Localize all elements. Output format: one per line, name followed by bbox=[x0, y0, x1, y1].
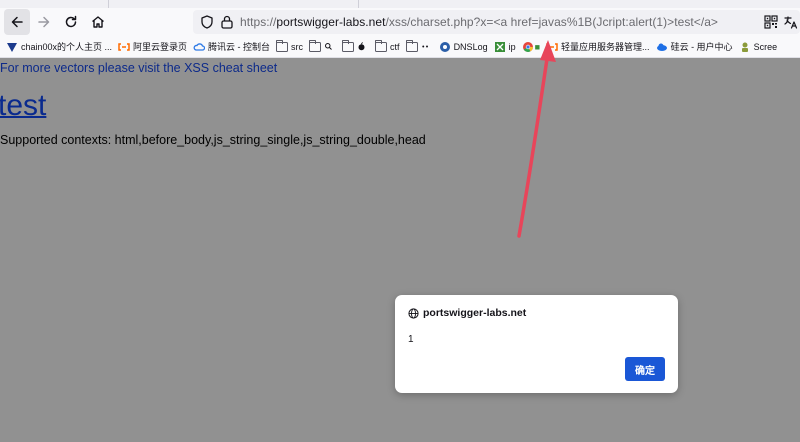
supported-contexts-text: Supported contexts: html,before_body,js_… bbox=[0, 133, 426, 147]
bookmark-screen[interactable]: Scree bbox=[739, 38, 778, 56]
bookmark-folder-search[interactable] bbox=[309, 38, 336, 56]
dialog-title: portswigger-labs.net bbox=[408, 307, 526, 319]
chrome-icon bbox=[522, 41, 533, 52]
folder-icon bbox=[342, 39, 355, 52]
url-path: /xss/charset.php?x=<a href=javas%1B(Jcri… bbox=[385, 15, 718, 29]
back-arrow-icon bbox=[11, 16, 23, 28]
search-icon bbox=[325, 43, 332, 50]
xss-cheat-sheet-link[interactable]: For more vectors please visit the XSS ch… bbox=[0, 61, 277, 75]
url-host: portswigger-labs.net bbox=[276, 15, 386, 29]
bookmark-folder-src[interactable]: src bbox=[276, 38, 303, 56]
lock-icon[interactable] bbox=[220, 14, 234, 30]
bookmark-label: 阿里云登录页 bbox=[133, 42, 188, 52]
bookmark-lightweight-server[interactable]: 轻量应用服务器管理... bbox=[546, 38, 650, 56]
ok-button[interactable]: 确定 bbox=[625, 357, 665, 381]
home-button[interactable] bbox=[85, 9, 111, 35]
bookmark-label: Scree bbox=[753, 41, 778, 52]
bookmark-label: ip bbox=[508, 41, 516, 52]
folder-icon bbox=[276, 39, 289, 52]
aliyun-icon bbox=[546, 42, 558, 51]
reload-icon bbox=[65, 15, 77, 28]
qr-code-icon[interactable] bbox=[764, 15, 778, 29]
bookmark-tencent-cloud[interactable]: 腾讯云 - 控制台 bbox=[193, 38, 270, 56]
translate-icon[interactable] bbox=[783, 14, 799, 30]
url-bar[interactable]: https://portswigger-labs.net/xss/charset… bbox=[193, 10, 800, 34]
screen-icon bbox=[741, 42, 748, 52]
bookmark-aliyun[interactable]: 阿里云登录页 bbox=[118, 38, 187, 56]
cloud-icon bbox=[656, 43, 667, 51]
bookmark-label: chain00x的个人主页 ... bbox=[21, 42, 113, 52]
bookmark-chrome[interactable]: ■ bbox=[522, 38, 540, 56]
dialog-origin: portswigger-labs.net bbox=[423, 307, 527, 319]
dialog-message: 1 bbox=[408, 334, 414, 345]
bookmark-folder-dots[interactable] bbox=[405, 38, 433, 56]
bookmark-label: 腾讯云 - 控制台 bbox=[208, 42, 271, 52]
back-button[interactable] bbox=[4, 9, 30, 35]
bookmark-label: 轻量应用服务器管理... bbox=[561, 42, 650, 52]
bookmark-folder-ctf[interactable]: ctf bbox=[375, 38, 400, 56]
forward-button[interactable] bbox=[31, 9, 57, 35]
dots-icon bbox=[421, 45, 428, 48]
aliyun-icon bbox=[118, 42, 130, 51]
nav-bar: https://portswigger-labs.net/xss/charset… bbox=[0, 8, 800, 36]
apple-icon bbox=[358, 42, 365, 51]
globe-icon bbox=[408, 307, 419, 319]
bookmark-label: src bbox=[291, 41, 304, 52]
bookmark-label: ctf bbox=[390, 41, 400, 52]
bookmark-dnslog[interactable]: DNSLog bbox=[439, 38, 488, 56]
url-text[interactable]: https://portswigger-labs.net/xss/charset… bbox=[240, 15, 718, 29]
folder-icon bbox=[309, 39, 322, 52]
tab-separator bbox=[108, 0, 109, 8]
chrome-badge: ■ bbox=[534, 41, 541, 52]
bookmarks-toolbar: chain00x的个人主页 ... 阿里云登录页 腾讯云 - 控制台 src c… bbox=[0, 36, 800, 58]
url-prefix: https:// bbox=[240, 15, 277, 29]
alert-dialog: portswigger-labs.net 1 确定 bbox=[395, 295, 678, 393]
reload-button[interactable] bbox=[58, 9, 84, 35]
bookmark-label: DNSLog bbox=[453, 41, 488, 52]
forward-arrow-icon bbox=[38, 16, 50, 28]
bookmark-chain00x[interactable]: chain00x的个人主页 ... bbox=[6, 38, 112, 56]
test-link[interactable]: test bbox=[0, 89, 46, 123]
home-icon bbox=[92, 16, 104, 28]
tencent-cloud-icon bbox=[193, 42, 206, 51]
folder-icon bbox=[375, 39, 388, 52]
bookmark-ip[interactable]: ip bbox=[494, 38, 516, 56]
tab-strip bbox=[0, 0, 800, 8]
tracking-shield-icon[interactable] bbox=[199, 14, 215, 30]
folder-icon bbox=[405, 39, 418, 52]
bookmark-guiyun[interactable]: 硅云 - 用户中心 bbox=[656, 38, 733, 56]
ip-icon bbox=[494, 41, 505, 52]
bookmark-label: 硅云 - 用户中心 bbox=[670, 42, 733, 52]
v-logo-icon bbox=[7, 42, 17, 52]
tab-separator bbox=[358, 0, 359, 8]
bookmark-folder-apple[interactable] bbox=[342, 38, 369, 56]
dnslog-icon bbox=[439, 41, 450, 52]
